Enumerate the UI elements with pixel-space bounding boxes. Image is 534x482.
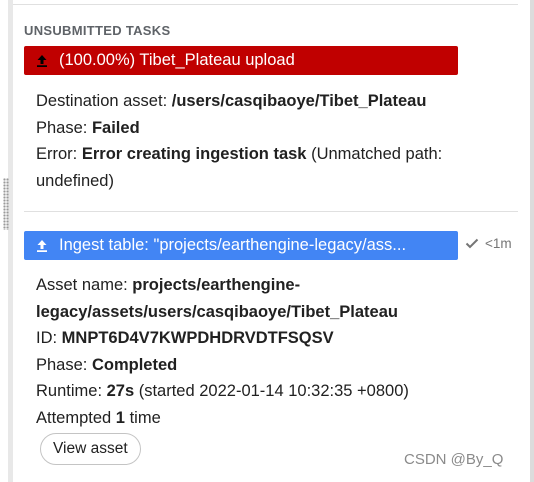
attempted-count: 1: [115, 408, 125, 427]
upload-icon: [34, 238, 50, 254]
error-value: Error creating ingestion task: [81, 145, 307, 163]
task-bar-ingest[interactable]: Ingest table: "projects/earthengine-lega…: [24, 231, 458, 260]
tasks-panel: UNSUBMITTED TASKS (100.00%) Tibet_Platea…: [0, 0, 534, 482]
task-duration: <1m: [485, 235, 512, 251]
destination-asset-row: Destination asset: /users/casqibaoye/Tib…: [36, 88, 476, 115]
panel-left-border: [8, 0, 13, 482]
check-icon: [465, 238, 479, 249]
phase-label: Phase:: [36, 355, 92, 374]
error-label: Error:: [36, 145, 82, 163]
asset-name-row: Asset name: projects/earthengine-legacy/…: [36, 272, 476, 325]
task-title: (100.00%) Tibet_Plateau upload: [59, 51, 295, 69]
id-row: ID: MNPT6D4V7KWPDHDRVDTFSQSV: [36, 325, 476, 352]
phase-row: Phase: Failed: [36, 115, 476, 142]
phase-row: Phase: Completed: [36, 352, 476, 379]
phase-value: Failed: [91, 118, 140, 137]
view-asset-button[interactable]: View asset: [40, 433, 141, 465]
id-value: MNPT6D4V7KWPDHDRVDTFSQSV: [61, 329, 334, 347]
runtime-row: Runtime: 27s (started 2022-01-14 10:32:3…: [36, 378, 476, 405]
watermark: CSDN @By_Q: [404, 451, 504, 468]
task-details-ingest: Asset name: projects/earthengine-legacy/…: [36, 272, 476, 431]
destination-label: Destination asset:: [36, 92, 172, 110]
destination-value: /users/casqibaoye/Tibet_Plateau: [171, 92, 427, 110]
task-status: <1m: [464, 235, 512, 251]
attempted-suffix: time: [124, 408, 161, 427]
task-divider: [24, 211, 518, 212]
phase-label: Phase:: [36, 118, 92, 137]
runtime-value: 27s: [106, 382, 135, 400]
upload-icon: [34, 53, 50, 69]
phase-value: Completed: [91, 355, 178, 374]
runtime-label: Runtime:: [36, 382, 107, 400]
id-label: ID:: [36, 329, 62, 347]
attempted-row: Attempted 1 time: [36, 405, 476, 432]
error-row: Error: Error creating ingestion task (Un…: [36, 141, 476, 194]
resize-handle[interactable]: [3, 178, 9, 230]
attempted-label: Attempted: [36, 408, 116, 427]
scrollbar[interactable]: [530, 0, 534, 482]
runtime-detail: (started 2022-01-14 10:32:35 +0800): [134, 382, 409, 400]
asset-name-label: Asset name:: [36, 276, 133, 294]
divider: [13, 4, 518, 5]
task-title: Ingest table: "projects/earthengine-lega…: [59, 236, 407, 254]
task-details-upload: Destination asset: /users/casqibaoye/Tib…: [36, 88, 476, 194]
task-bar-upload[interactable]: (100.00%) Tibet_Plateau upload: [24, 46, 458, 75]
section-title: UNSUBMITTED TASKS: [24, 23, 171, 38]
